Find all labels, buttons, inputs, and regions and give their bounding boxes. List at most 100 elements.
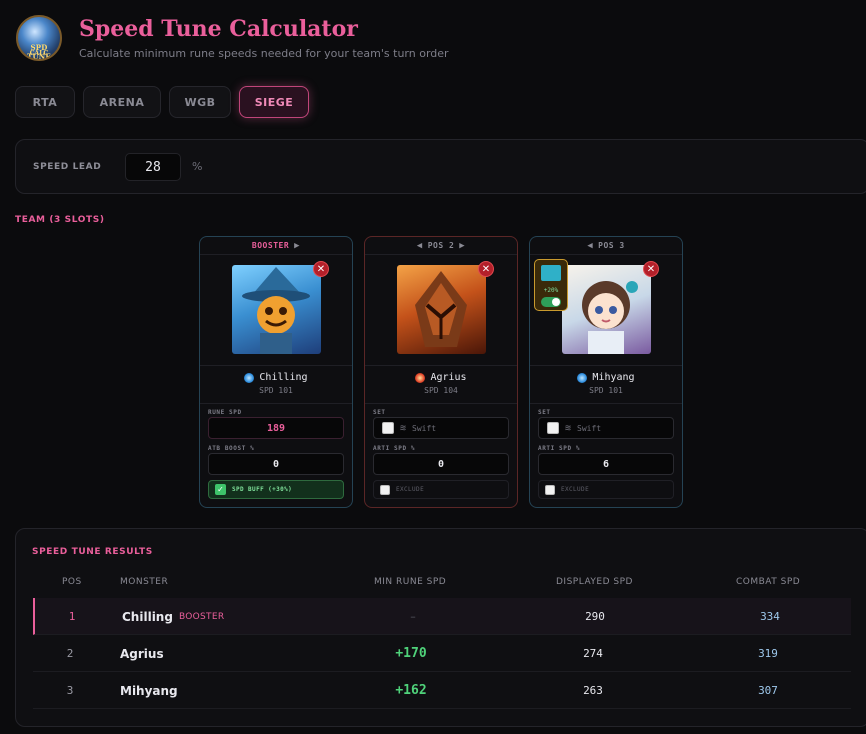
move-left-icon[interactable]: ◀ (417, 241, 423, 251)
monster-base-spd: SPD 101 (589, 386, 623, 395)
remove-monster-icon[interactable]: ✕ (478, 261, 494, 277)
monster-name: Mihyang (592, 372, 635, 383)
artifact-toggle[interactable] (541, 297, 561, 307)
card-header: BOOSTER ▶ (200, 237, 352, 255)
row-monster: Mihyang (120, 683, 178, 698)
arti-spd-label: ARTI SPD % (373, 445, 416, 452)
col-combat-spd: COMBAT SPD (736, 577, 801, 587)
atb-boost-label: ATB BOOST % (208, 445, 255, 452)
exclude-label: EXCLUDE (396, 486, 425, 493)
monster-portrait-mihyang (562, 265, 651, 354)
row-displayed: 263 (583, 684, 603, 697)
team-section-label: TEAM (3 SLOTS) (15, 215, 105, 225)
move-right-icon[interactable]: ▶ (294, 241, 300, 251)
swift-set-icon: ≋ (565, 422, 572, 434)
fire-element-icon (415, 372, 426, 383)
checkbox[interactable] (547, 422, 559, 434)
card-position-label: POS 3 (598, 241, 625, 250)
logo-text-line2: CALC (29, 50, 49, 57)
app-logo: SPD TUNE CALC (16, 15, 62, 61)
rune-spd-label: RUNE SPD (208, 409, 242, 416)
monster-portrait-chilling (232, 265, 321, 354)
water-element-icon (577, 372, 588, 383)
monster-portrait-agrius (397, 265, 486, 354)
speed-lead-unit: % (192, 160, 203, 173)
row-min-rune: +170 (395, 646, 427, 661)
swift-set-toggle[interactable]: ≋ Swift (373, 417, 509, 439)
exclude-label: EXCLUDE (561, 486, 590, 493)
row-min-rune: +162 (395, 683, 427, 698)
move-right-icon[interactable]: ▶ (459, 241, 465, 251)
speed-lead-input[interactable]: 28 (125, 153, 181, 181)
team-card-booster: BOOSTER ▶ ✕ Chilling SPD 101 RUNE SPD 18… (199, 236, 353, 508)
mode-tabs: RTA ARENA WGB SIEGE (15, 86, 309, 118)
exclude-toggle[interactable]: EXCLUDE (373, 480, 509, 499)
set-label: SET (538, 409, 551, 416)
monster-info: Agrius SPD 104 (365, 366, 517, 404)
checkbox-checked-icon[interactable]: ✓ (215, 484, 226, 495)
row-combat: 307 (758, 684, 778, 697)
monster-info: Mihyang SPD 101 (530, 366, 682, 404)
row-monster: Agrius (120, 646, 164, 661)
table-row: 1 Chilling BOOSTER – 290 334 (33, 598, 851, 635)
monster-name: Chilling (259, 372, 308, 383)
booster-tag: BOOSTER (178, 611, 225, 622)
row-monster: Chilling (122, 609, 173, 624)
col-pos: POS (62, 577, 82, 587)
card-position-label: BOOSTER (251, 241, 290, 250)
team-card-pos-3: ◀ POS 3 +20% ✕ Mihyang SPD 101 SET ≋ Swi… (529, 236, 683, 508)
tab-siege[interactable]: SIEGE (239, 86, 309, 118)
arti-spd-input[interactable]: 6 (538, 453, 674, 475)
checkbox[interactable] (380, 484, 390, 495)
portrait-area: ✕ (200, 255, 352, 366)
tab-rta[interactable]: RTA (15, 86, 75, 118)
page-title: Speed Tune Calculator (79, 16, 358, 42)
swift-set-toggle[interactable]: ≋ Swift (538, 417, 674, 439)
card-header: ◀ POS 3 (530, 237, 682, 255)
arti-spd-input[interactable]: 0 (373, 453, 509, 475)
results-table-header: POS MONSTER MIN RUNE SPD DISPLAYED SPD C… (33, 577, 851, 591)
checkbox[interactable] (382, 422, 394, 434)
set-name: Swift (577, 423, 602, 433)
row-pos: 3 (66, 684, 74, 697)
row-combat: 334 (760, 610, 780, 623)
row-pos: 1 (68, 610, 76, 623)
results-panel: SPEED TUNE RESULTS POS MONSTER MIN RUNE … (15, 528, 866, 727)
monster-base-spd: SPD 101 (259, 386, 293, 395)
row-displayed: 274 (583, 647, 603, 660)
card-position-label: POS 2 (427, 241, 455, 250)
col-min-rune-spd: MIN RUNE SPD (374, 577, 447, 587)
speed-lead-label: SPEED LEAD (33, 162, 102, 172)
artifact-bonus: +20% (543, 287, 559, 294)
exclude-toggle[interactable]: EXCLUDE (538, 480, 674, 499)
artifact-badge[interactable]: +20% (534, 259, 568, 311)
monster-name: Agrius (430, 372, 467, 383)
row-combat: 319 (758, 647, 778, 660)
water-element-icon (244, 372, 255, 383)
arti-spd-label: ARTI SPD % (538, 445, 581, 452)
remove-monster-icon[interactable]: ✕ (643, 261, 659, 277)
atb-boost-input[interactable]: 0 (208, 453, 344, 475)
checkbox[interactable] (545, 484, 555, 495)
move-left-icon[interactable]: ◀ (587, 241, 593, 251)
monster-info: Chilling SPD 101 (200, 366, 352, 404)
spd-buff-toggle[interactable]: ✓ SPD BUFF (+30%) (208, 480, 344, 499)
swift-set-icon: ≋ (400, 422, 407, 434)
artifact-icon (541, 265, 561, 281)
row-pos: 2 (66, 647, 74, 660)
remove-monster-icon[interactable]: ✕ (313, 261, 329, 277)
tab-arena[interactable]: ARENA (83, 86, 161, 118)
tab-wgb[interactable]: WGB (169, 86, 231, 118)
speed-lead-panel: SPEED LEAD 28 % (15, 139, 866, 194)
row-min-rune: – (410, 610, 416, 623)
set-name: Swift (412, 423, 437, 433)
results-title: SPEED TUNE RESULTS (32, 547, 153, 557)
portrait-area: +20% ✕ (530, 255, 682, 366)
spd-buff-label: SPD BUFF (+30%) (232, 486, 293, 493)
team-card-pos-2: ◀ POS 2 ▶ ✕ Agrius SPD 104 SET ≋ Swift A… (364, 236, 518, 508)
col-displayed-spd: DISPLAYED SPD (556, 577, 633, 587)
col-monster: MONSTER (120, 577, 169, 587)
table-row: 2 Agrius +170 274 319 (33, 635, 851, 672)
rune-spd-input[interactable]: 189 (208, 417, 344, 439)
card-header: ◀ POS 2 ▶ (365, 237, 517, 255)
